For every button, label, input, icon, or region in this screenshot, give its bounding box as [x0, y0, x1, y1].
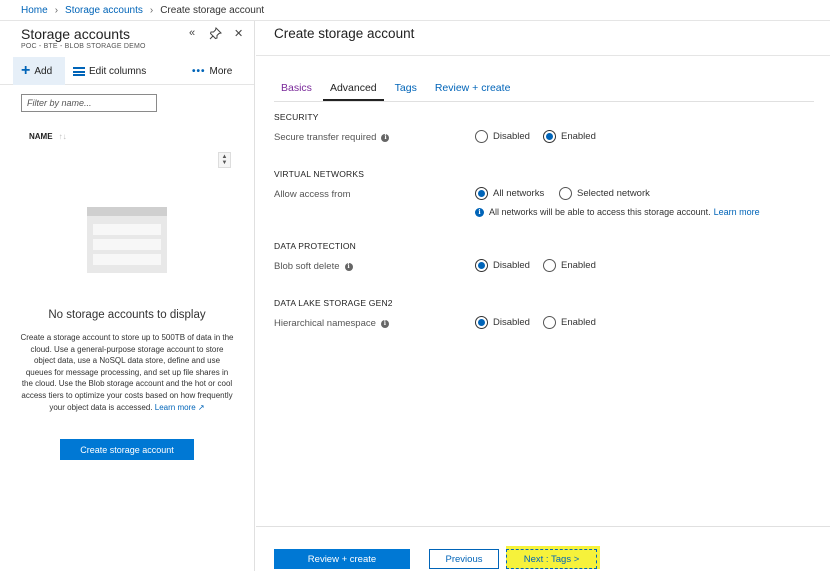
secure-transfer-label: Secure transfer required i	[274, 132, 390, 143]
arrow-down-icon: ▼	[221, 160, 228, 166]
blob-soft-delete-label: Blob soft delete i	[274, 261, 353, 272]
blob-soft-delete-label-text: Blob soft delete	[274, 261, 340, 272]
tabs-divider	[274, 101, 814, 102]
hierarchical-namespace-enabled-radio[interactable]: Enabled	[543, 316, 596, 329]
all-networks-note: i All networks will be able to access th…	[475, 207, 760, 217]
learn-more-link[interactable]: Learn more	[714, 207, 760, 217]
create-storage-account-button[interactable]: Create storage account	[60, 439, 194, 460]
panel-toolbar: + Add Edit columns ••• More	[0, 57, 254, 85]
radio-label: Disabled	[493, 131, 530, 142]
learn-more-label: Learn more	[154, 402, 196, 412]
next-tags-button[interactable]: Next : Tags >	[506, 549, 597, 569]
radio-circle	[559, 187, 572, 200]
filter-input[interactable]	[21, 94, 157, 112]
external-link-icon: ↗	[197, 402, 205, 412]
chevron-right-icon: ›	[149, 4, 154, 16]
virtual-networks-heading: VIRTUAL NETWORKS	[274, 169, 365, 179]
columns-icon	[73, 66, 85, 76]
edit-columns-button[interactable]: Edit columns	[73, 57, 146, 85]
sort-icon: ↑↓	[58, 132, 67, 141]
radio-circle-selected	[475, 259, 488, 272]
secure-transfer-label-text: Secure transfer required	[274, 132, 377, 143]
radio-label: Disabled	[493, 317, 530, 328]
radio-label: Selected network	[577, 188, 650, 199]
more-button[interactable]: ••• More	[192, 57, 232, 85]
hierarchical-namespace-label: Hierarchical namespace i	[274, 318, 389, 329]
hierarchical-namespace-disabled-radio[interactable]: Disabled	[475, 316, 530, 329]
allow-access-label-text: Allow access from	[274, 189, 351, 200]
tab-basics[interactable]: Basics	[274, 81, 319, 101]
tab-bar: Basics Advanced Tags Review + create	[274, 81, 521, 101]
name-column-label: NAME	[29, 132, 53, 141]
radio-circle-selected	[475, 316, 488, 329]
radio-label: Enabled	[561, 131, 596, 142]
secure-transfer-disabled-radio[interactable]: Disabled	[475, 130, 530, 143]
blob-soft-delete-enabled-radio[interactable]: Enabled	[543, 259, 596, 272]
tab-tags[interactable]: Tags	[388, 81, 424, 101]
empty-state-title: No storage accounts to display	[48, 309, 206, 321]
storage-accounts-panel: Storage accounts POC - BTE - BLOB STORAG…	[0, 21, 255, 571]
plus-icon: +	[21, 62, 31, 79]
close-icon[interactable]: ✕	[234, 27, 243, 40]
radio-circle	[475, 130, 488, 143]
all-networks-radio[interactable]: All networks	[475, 187, 544, 200]
radio-label: Enabled	[561, 317, 596, 328]
security-heading: SECURITY	[274, 112, 319, 122]
hierarchical-namespace-label-text: Hierarchical namespace	[274, 318, 376, 329]
empty-state-text: Create a storage account to store up to …	[20, 333, 234, 412]
selected-network-radio[interactable]: Selected network	[559, 187, 650, 200]
info-icon: i	[475, 207, 484, 217]
radio-circle	[543, 316, 556, 329]
pin-icon[interactable]	[209, 27, 222, 43]
breadcrumb-storage-accounts-link[interactable]: Storage accounts	[65, 5, 143, 16]
panel-title: Storage accounts	[21, 26, 130, 42]
more-label: More	[209, 65, 233, 77]
empty-state-description: Create a storage account to store up to …	[20, 332, 234, 413]
panel-subtitle: POC - BTE - BLOB STORAGE DEMO	[21, 43, 146, 50]
footer-divider	[256, 526, 830, 527]
radio-circle-selected	[543, 130, 556, 143]
data-lake-heading: DATA LAKE STORAGE GEN2	[274, 298, 393, 308]
info-icon[interactable]: i	[380, 319, 389, 328]
allow-access-label: Allow access from	[274, 189, 351, 200]
blob-soft-delete-disabled-radio[interactable]: Disabled	[475, 259, 530, 272]
learn-more-link[interactable]: Learn more ↗	[155, 403, 205, 412]
page-title: Create storage account	[274, 26, 415, 41]
breadcrumb: Home › Storage accounts › Create storage…	[0, 0, 830, 21]
breadcrumb-home-link[interactable]: Home	[21, 5, 48, 16]
more-dots-icon: •••	[192, 65, 206, 77]
collapse-icon[interactable]: «	[189, 27, 195, 39]
edit-columns-label: Edit columns	[89, 65, 147, 77]
radio-label: Disabled	[493, 260, 530, 271]
tab-review-create[interactable]: Review + create	[428, 81, 518, 101]
radio-circle	[543, 259, 556, 272]
previous-button[interactable]: Previous	[429, 549, 499, 569]
breadcrumb-current: Create storage account	[160, 4, 265, 16]
secure-transfer-enabled-radio[interactable]: Enabled	[543, 130, 596, 143]
divider	[256, 55, 830, 56]
name-column-header[interactable]: NAME ↑↓	[29, 132, 67, 141]
create-storage-account-blade: Create storage account Basics Advanced T…	[256, 21, 830, 571]
empty-list-icon	[87, 207, 167, 273]
info-icon[interactable]: i	[381, 133, 390, 142]
radio-label: All networks	[493, 188, 545, 199]
all-networks-note-text: All networks will be able to access this…	[489, 207, 711, 217]
tab-advanced[interactable]: Advanced	[322, 81, 384, 101]
add-button-label: Add	[34, 65, 53, 77]
radio-label: Enabled	[561, 260, 596, 271]
radio-circle-selected	[475, 187, 488, 200]
add-button[interactable]: + Add	[13, 57, 65, 85]
chevron-right-icon: ›	[54, 4, 59, 16]
info-icon[interactable]: i	[344, 262, 353, 271]
scroll-arrows[interactable]: ▲ ▼	[218, 152, 231, 168]
review-create-button[interactable]: Review + create	[274, 549, 410, 569]
data-protection-heading: DATA PROTECTION	[274, 241, 357, 251]
